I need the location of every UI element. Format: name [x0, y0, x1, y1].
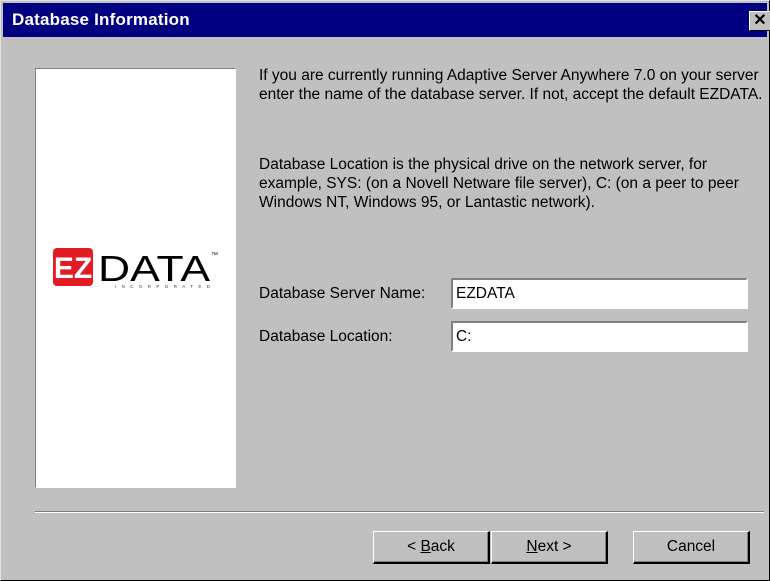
- logo-panel: EZ DATA ™ INCORPORATED: [35, 68, 236, 488]
- location-input[interactable]: [451, 321, 748, 352]
- back-label-rest: ack: [430, 538, 455, 555]
- database-information-dialog: Database Information ✕ EZ DATA ™ INCORPO…: [0, 0, 770, 581]
- next-label-rest: ext >: [537, 538, 572, 555]
- logo-ez-text: EZ: [54, 252, 92, 285]
- instruction-text-server: If you are currently running Adaptive Se…: [259, 67, 763, 103]
- instruction-text-location: Database Location is the physical drive …: [259, 156, 739, 211]
- next-accelerator: N: [526, 538, 538, 555]
- close-icon: ✕: [753, 12, 767, 29]
- back-button[interactable]: < Back: [373, 531, 490, 564]
- back-prefix: <: [407, 538, 421, 555]
- logo-wordmark: DATA: [98, 248, 210, 289]
- close-button[interactable]: ✕: [749, 11, 770, 31]
- next-button[interactable]: Next >: [491, 531, 608, 564]
- ezdata-logo: EZ DATA ™ INCORPORATED: [53, 248, 218, 289]
- server-name-input[interactable]: [451, 278, 748, 309]
- back-accelerator: B: [420, 538, 431, 555]
- server-name-label: Database Server Name:: [259, 285, 426, 302]
- cancel-button[interactable]: Cancel: [633, 531, 750, 564]
- button-separator: [35, 511, 764, 513]
- location-label: Database Location:: [259, 328, 393, 345]
- title-bar[interactable]: Database Information ✕: [3, 3, 770, 37]
- logo-trademark: ™: [211, 252, 218, 259]
- dialog-title: Database Information: [12, 10, 190, 29]
